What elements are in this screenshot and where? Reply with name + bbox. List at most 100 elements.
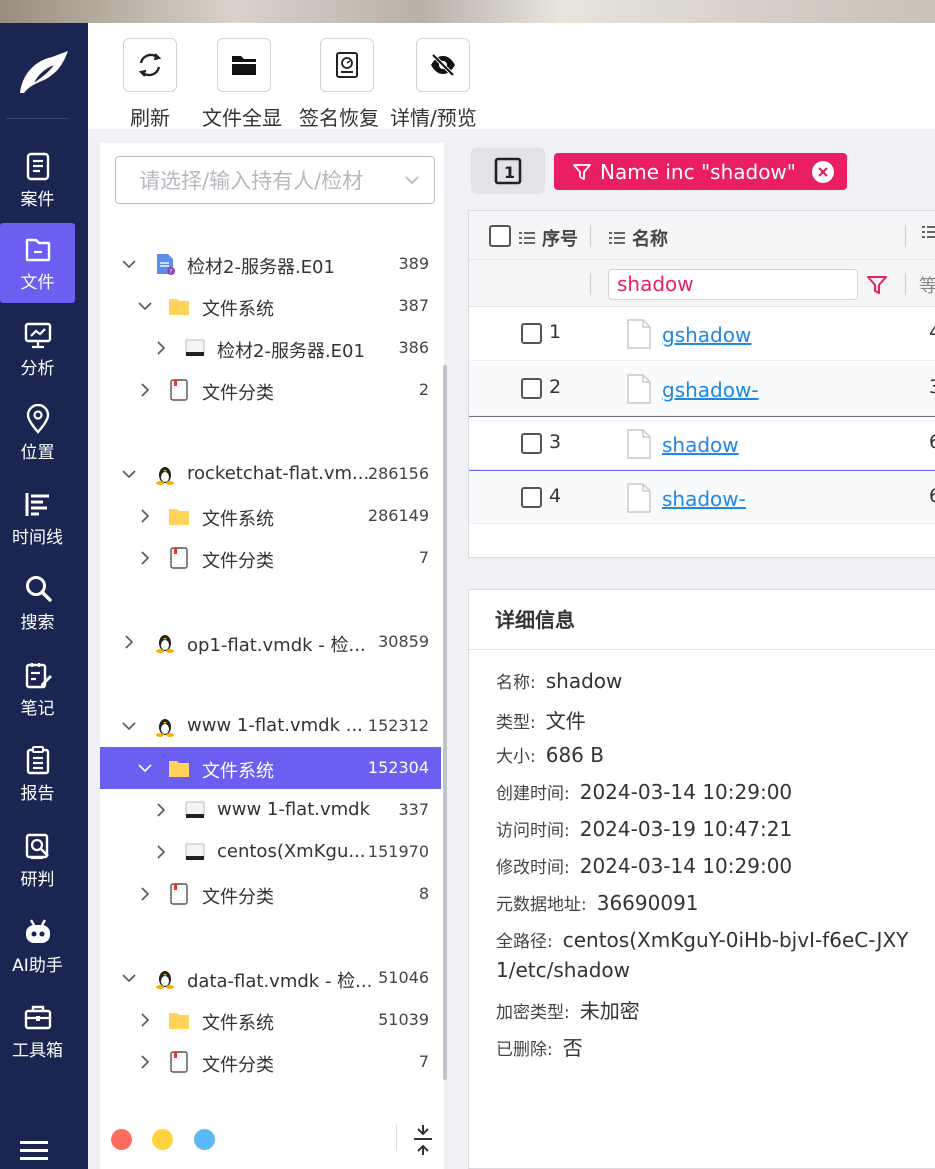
table-row[interactable]: 1 gshadow 4	[469, 307, 935, 361]
folder-icon	[232, 56, 256, 75]
case-icon	[26, 152, 49, 180]
tree-node-filesystem[interactable]: 文件系统 51039	[100, 999, 441, 1041]
active-filter-chip[interactable]: Name inc "shadow"	[554, 153, 847, 190]
chevron-down-icon[interactable]	[122, 257, 136, 271]
tree-node-filesystem[interactable]: 文件系统 387	[100, 285, 441, 327]
tree-node-op1[interactable]: op1-flat.vmdk - 检... 30859	[100, 621, 441, 663]
nav-item-case[interactable]: 案件	[0, 140, 75, 220]
detail-value: 36690091	[596, 891, 699, 915]
chevron-down-icon[interactable]	[138, 761, 152, 775]
chevron-right-icon[interactable]	[138, 1055, 152, 1069]
list-icon	[922, 226, 935, 238]
robot-icon	[25, 918, 50, 943]
chevron-right-icon[interactable]	[138, 551, 152, 565]
chevron-right-icon[interactable]	[154, 341, 168, 355]
select-all-checkbox[interactable]	[489, 225, 511, 247]
row-checkbox[interactable]	[521, 378, 542, 399]
list-icon	[609, 232, 625, 244]
detail-value: 2024-03-14 10:29:00	[579, 854, 793, 878]
chevron-right-icon[interactable]	[138, 509, 152, 523]
row-checkbox[interactable]	[521, 487, 542, 508]
collapse-all-icon[interactable]	[408, 1122, 438, 1158]
chevron-down-icon[interactable]	[122, 719, 136, 733]
column-divider[interactable]	[590, 225, 591, 247]
tree-node-filesystem[interactable]: 文件系统 286149	[100, 495, 441, 537]
table-row[interactable]: 2 gshadow- 3	[469, 362, 935, 416]
signature-recover-button[interactable]: 签名恢复	[299, 38, 379, 131]
tree-node-www1[interactable]: www 1-flat.vmdk ... 152312	[100, 705, 441, 747]
nav-item-file[interactable]: 文件	[0, 223, 75, 303]
file-name-link[interactable]: gshadow	[662, 323, 751, 347]
evidence-tree-panel: 请选择/输入持有人/检材 ? 检材2-服务器.E01 389 文件系统 387 …	[100, 143, 444, 1169]
remove-filter-button[interactable]	[812, 161, 834, 183]
detail-key: 访问时间:	[496, 821, 570, 841]
filter-icon[interactable]	[865, 273, 889, 297]
column-divider[interactable]	[905, 225, 906, 247]
row-checkbox[interactable]	[521, 323, 542, 344]
linux-penguin-icon	[156, 719, 174, 737]
hamburger-menu-icon[interactable]	[20, 1139, 50, 1161]
chevron-right-icon[interactable]	[138, 383, 152, 397]
file-name-link[interactable]: gshadow-	[662, 378, 759, 402]
row-index: 1	[549, 321, 562, 343]
owner-select[interactable]: 请选择/输入持有人/检材	[115, 156, 435, 204]
status-dot-blue[interactable]	[194, 1129, 215, 1150]
tree-node-count: 286149	[367, 506, 429, 525]
chevron-right-icon[interactable]	[154, 803, 168, 817]
column-divider	[590, 273, 591, 295]
chevron-right-icon[interactable]	[154, 845, 168, 859]
tree-node-category[interactable]: 文件分类 8	[100, 873, 441, 915]
detail-preview-label: 详情/预览	[390, 106, 477, 130]
tree-node-category[interactable]: 文件分类 2	[100, 369, 441, 411]
tree-node-category[interactable]: 文件分类 7	[100, 537, 441, 579]
nav-item-note[interactable]: 笔记	[0, 649, 75, 729]
column-header-index[interactable]: 序号	[519, 225, 578, 251]
tree-node-evidence2[interactable]: ? 检材2-服务器.E01 389	[100, 243, 441, 285]
tree-node-filesystem-selected[interactable]: 文件系统 152304	[100, 747, 441, 789]
tree-node-data-flat[interactable]: data-flat.vmdk - 检... 51046	[100, 957, 441, 999]
nav-item-report[interactable]: 报告	[0, 734, 75, 814]
row-checkbox[interactable]	[521, 433, 542, 454]
nav-item-toolbox[interactable]: 工具箱	[0, 991, 75, 1071]
page-toggle-button[interactable]: 1	[471, 148, 545, 194]
window-top-strip	[0, 0, 935, 23]
tree-node-rocketchat[interactable]: rocketchat-flat.vm... 286156	[100, 453, 441, 495]
next-column-filter[interactable]: 等	[919, 272, 935, 298]
detail-value: centos(XmKguY-0iHb-bjvI-f6eC-JXY	[562, 928, 909, 952]
folder-icon	[169, 299, 189, 315]
nav-label: 报告	[20, 783, 55, 804]
table-row[interactable]: 4 shadow- 6	[469, 470, 935, 524]
detail-key: 大小:	[496, 747, 536, 767]
nav-item-timeline[interactable]: 时间线	[0, 478, 75, 558]
chevron-down-icon[interactable]	[138, 299, 152, 313]
refresh-button[interactable]: 刷新	[123, 38, 177, 131]
tree-node-volume[interactable]: centos(XmKgu... 151970	[100, 831, 441, 873]
tree-node-count: 389	[398, 254, 429, 273]
column-header-name[interactable]: 名称	[609, 225, 668, 251]
tree-node-count: 387	[398, 296, 429, 315]
detail-title: 详细信息	[469, 590, 935, 650]
tree-scrollbar[interactable]	[443, 365, 447, 1080]
nav-item-search[interactable]: 搜索	[0, 563, 75, 643]
show-all-files-button[interactable]: 文件全显	[202, 38, 282, 131]
nav-item-ai[interactable]: AI助手	[0, 906, 75, 986]
column-header-next[interactable]	[922, 225, 935, 239]
chevron-right-icon[interactable]	[138, 1013, 152, 1027]
tree-node-volume[interactable]: www 1-flat.vmdk 337	[100, 789, 441, 831]
chevron-down-icon[interactable]	[122, 971, 136, 985]
tree-node-volume[interactable]: 检材2-服务器.E01 386	[100, 327, 441, 369]
table-row-selected[interactable]: 3 shadow 6	[469, 416, 935, 470]
detail-preview-button[interactable]: 详情/预览	[390, 38, 477, 131]
chevron-right-icon[interactable]	[138, 887, 152, 901]
file-name-link[interactable]: shadow-	[662, 487, 746, 511]
nav-item-judge[interactable]: 研判	[0, 820, 75, 900]
status-dot-yellow[interactable]	[152, 1129, 173, 1150]
nav-item-location[interactable]: 位置	[0, 393, 75, 473]
nav-item-analysis[interactable]: 分析	[0, 309, 75, 389]
chevron-right-icon[interactable]	[122, 635, 136, 649]
chevron-down-icon[interactable]	[122, 467, 136, 481]
file-name-link[interactable]: shadow	[662, 433, 739, 457]
name-filter-input[interactable]: shadow	[608, 269, 858, 300]
tree-node-category[interactable]: 文件分类 7	[100, 1041, 441, 1083]
status-dot-red[interactable]	[111, 1129, 132, 1150]
